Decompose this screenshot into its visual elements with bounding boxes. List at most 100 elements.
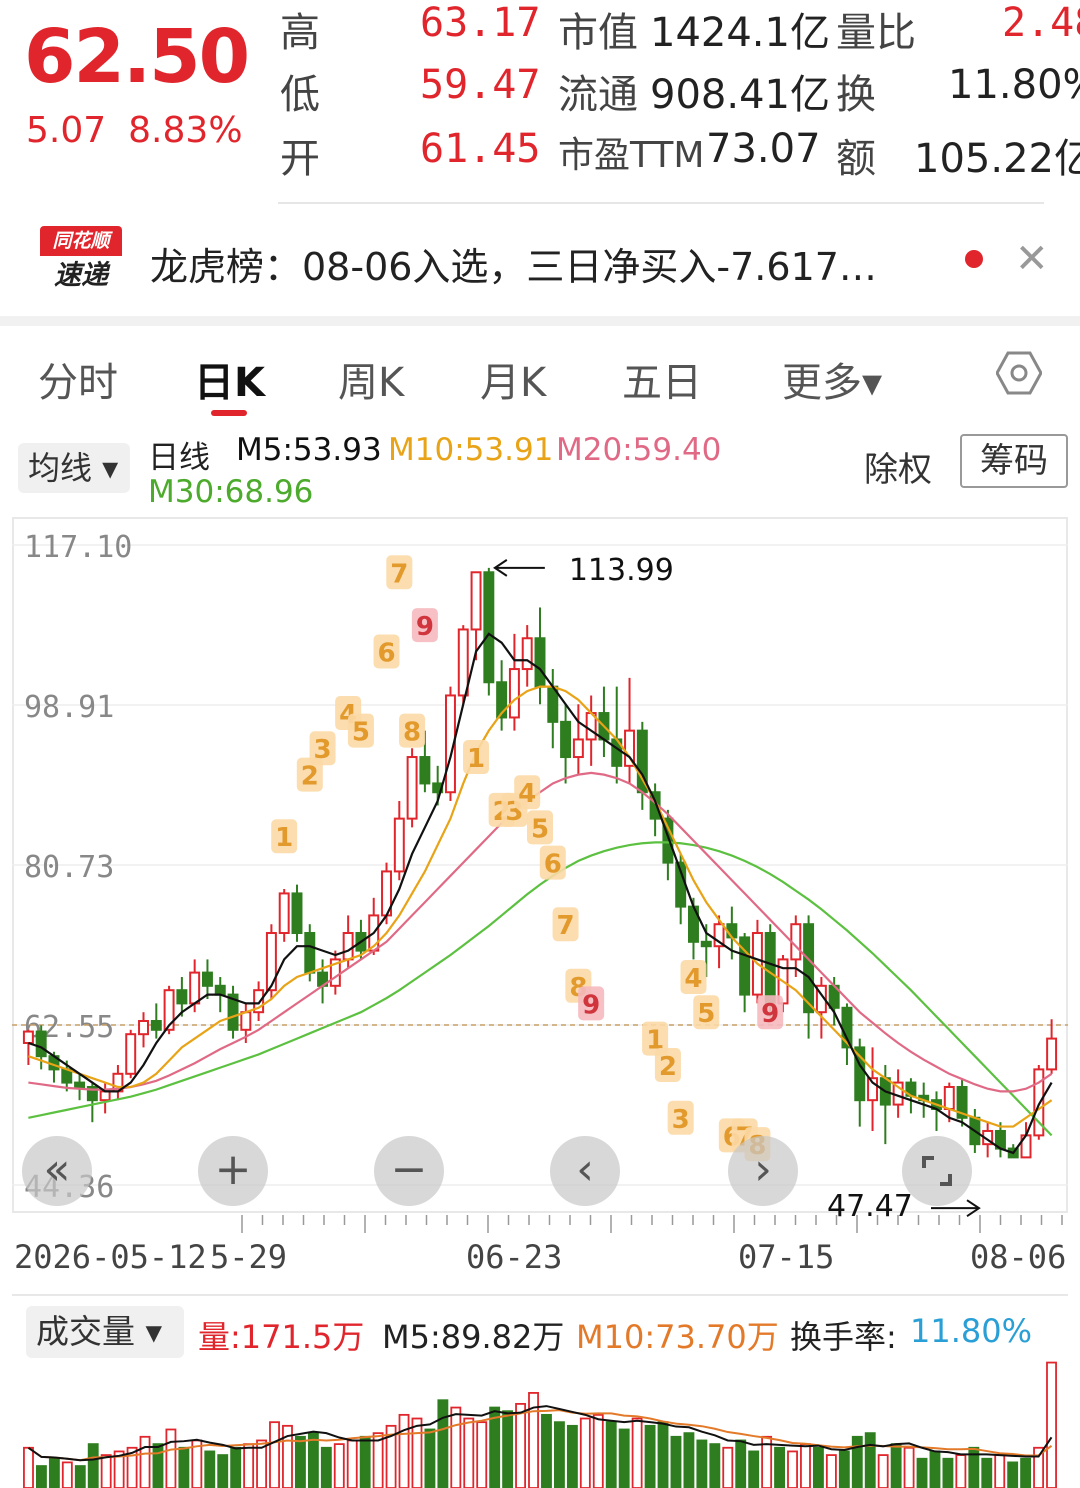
volume-bar [812,1446,824,1488]
candle-body [764,932,776,1005]
fullscreen-icon[interactable] [902,1136,972,1206]
volume-bar [450,1406,462,1488]
sequence-badge-label: 1 [275,823,293,853]
tab-weekly-k[interactable]: 周K [338,350,404,408]
candle-body [342,932,354,961]
volume-bar [100,1454,112,1488]
volume-bar [955,1454,967,1488]
turnover-value: 11.80% [948,62,1080,108]
close-icon[interactable]: ✕ [1015,236,1049,282]
section-separator [0,316,1080,326]
active-tab-indicator [211,410,247,416]
tab-intraday[interactable]: 分时 [38,350,118,408]
volume-bar [994,1454,1006,1488]
settings-icon[interactable] [996,350,1042,396]
sequence-badge-label: 7 [390,559,408,589]
market-cap-value: 1424.1亿 [650,10,830,56]
volume-bar [683,1432,695,1488]
volume-bar [605,1421,617,1488]
volume-bar [48,1457,60,1488]
volume-bar [489,1406,501,1488]
pe-value: 73.07 [706,126,821,172]
candle-body [572,738,584,759]
ma10-label: M10:53.91 [388,432,554,468]
candle-body [74,1081,86,1088]
sequence-badge-label: 9 [582,990,600,1020]
candle-body [508,668,520,719]
volume-bar [320,1446,332,1488]
float-cap-value: 908.41亿 [650,72,830,118]
date-tick-3: 06-23 [466,1238,563,1276]
volume-bar [411,1417,423,1488]
zoom-in-button[interactable]: + [198,1136,268,1206]
volume-bar [800,1443,811,1488]
volume-bar [787,1450,798,1488]
volume-bar [981,1457,993,1488]
change-amount: 5.07 [26,110,107,151]
volume-bar [346,1439,358,1488]
volume-bar [1007,1461,1019,1488]
volume-bar [476,1421,488,1488]
volume-bar [61,1461,73,1488]
sequence-badge-label: 8 [403,718,421,748]
tab-five-day[interactable]: 五日 [622,350,702,408]
candle-body [291,892,303,935]
candle-body [35,1030,47,1058]
volume-bar [942,1457,954,1488]
volume-bar [553,1421,565,1488]
open-value: 61.45 [420,126,541,172]
news-logo-bottom: 速递 [54,260,108,291]
volume-bar [851,1435,863,1488]
volume-bar [502,1410,514,1488]
tab-daily-k[interactable]: 日K [194,350,265,408]
candle-body [700,940,712,948]
change-percent: 8.83% [128,110,243,151]
tab-monthly-k[interactable]: 月K [480,350,546,408]
volume-bar [359,1435,371,1488]
low-label: 低 [280,72,320,118]
candle-body [534,637,546,688]
candle-body [201,971,213,987]
header-divider [278,202,1044,204]
sequence-badge-label: 3 [672,1105,690,1135]
volume-bar [269,1421,280,1488]
sequence-badge-label: 1 [467,744,485,774]
volume-m5: M5:89.82万 [382,1318,565,1356]
volume-bar [217,1454,229,1488]
candle-body [483,571,495,684]
volume-bar [774,1446,786,1488]
candle-body [560,720,572,759]
adjust-button[interactable]: 除权 [864,442,932,491]
volume-bar [424,1428,436,1488]
float-cap-label: 流通 [558,72,638,118]
volume-bar [566,1424,578,1488]
prev-button[interactable]: ‹ [550,1136,620,1206]
candle-body [1046,1037,1058,1071]
volume-bar [657,1421,669,1488]
period-label: 日线 [148,440,210,476]
tab-more[interactable]: 更多▾ [782,350,882,408]
zoom-out-button[interactable]: − [374,1136,444,1206]
volume-bar [864,1432,876,1488]
candle-body [457,628,469,697]
ma-dropdown[interactable]: 均线 ▾ [18,443,130,493]
amount-label: 额 [836,136,876,182]
chips-button[interactable]: 筹码 [960,434,1068,488]
volume-bar [74,1465,86,1488]
candle-body [419,756,431,785]
date-tick-2: 5-29 [210,1238,288,1276]
volume-bar [748,1450,760,1488]
news-headline[interactable]: 龙虎榜：08-06入选，三日净买入-7.617… [150,236,877,291]
volume-bar [204,1450,216,1488]
candle-body [470,571,482,631]
volume-bar [890,1443,902,1488]
volume-bar [670,1435,682,1488]
volume-bar [916,1457,928,1488]
volume-bar [243,1443,255,1488]
vol-ratio-label: 量比 [836,10,916,56]
rewind-button[interactable]: « [22,1136,92,1206]
unread-dot-icon [965,250,983,268]
volume-indicator-dropdown[interactable]: 成交量 ▾ [26,1306,184,1358]
next-button[interactable]: › [728,1136,798,1206]
turnover-rate-value: 11.80% [910,1312,1033,1350]
